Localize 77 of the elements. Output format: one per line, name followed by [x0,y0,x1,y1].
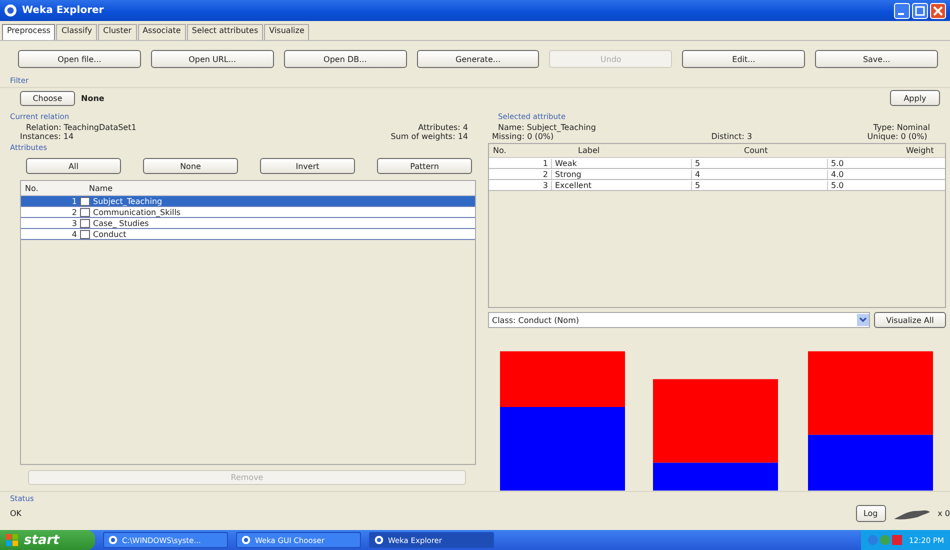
table-cell: 5.0 [827,180,945,190]
toolbar-button[interactable]: Generate... [416,50,540,68]
attribute-row[interactable]: 4 Conduct [21,229,475,240]
type-label: Type: Nominal [872,123,930,132]
relation-label: Relation: TeachingDataSet1 [25,123,136,132]
column-header: No. [492,146,508,155]
name-label: Name: Subject_Teaching [497,123,596,132]
column-header: Label [577,146,601,155]
table-cell: Weak [551,158,691,168]
checkbox[interactable] [80,218,90,228]
missing-label: Missing: 0 (0%) [492,132,555,141]
tab[interactable]: Select attributes [186,24,264,40]
attribute-row[interactable]: 3 Case_ Studies [21,218,475,229]
attribute-name: Subject_Teaching [93,196,162,206]
windows-logo-icon [6,534,19,546]
tray-icons [867,534,903,546]
row-number: 1 [70,196,77,206]
select-button[interactable]: All [26,158,121,174]
minimize-icon[interactable] [894,2,910,18]
tab[interactable]: Visualize [264,24,310,40]
table-cell-text: 3 [542,180,549,190]
toolbar-button[interactable]: Open URL... [150,50,274,68]
window-icon [108,535,118,545]
attribute-name: Communication_Skills [93,208,181,216]
tab[interactable]: Preprocess [2,24,56,40]
column-header: Count [743,146,769,155]
attributes-label: Attributes: 4 [418,123,468,132]
toolbar-button[interactable]: Open file... [18,50,141,68]
column-header: No. [24,184,40,192]
visualize-all-button[interactable]: Visualize All [874,312,946,328]
table-cell: 4.0 [827,170,945,178]
attribute-name: Conduct [93,230,126,238]
checkbox[interactable] [80,230,90,238]
window-icon [241,535,251,545]
window-title: Weka Explorer [22,5,105,16]
class-dropdown[interactable]: Class: Conduct (Nom) [488,312,870,328]
select-button[interactable]: None [143,158,238,174]
toolbar-button[interactable]: Open DB... [284,50,407,68]
table-cell: 4 [691,170,827,178]
attribute-row[interactable]: 1 Subject_Teaching [21,196,475,207]
tab[interactable]: Classify [56,24,98,40]
column-header: Weight [905,146,935,155]
checkbox[interactable] [80,208,90,216]
table-cell: 5.0 [827,158,945,168]
app-icon [4,4,17,17]
table-cell: 5 [691,158,827,168]
window-icon [374,535,384,545]
instances-label: Instances: 14 [20,132,75,141]
table-cell-text: 2 [542,170,549,178]
table-cell: Strong [551,170,691,178]
table-cell: Excellent [551,180,691,190]
status-text: OK [10,509,22,518]
select-button[interactable]: Invert [260,158,355,174]
maximize-icon[interactable] [912,2,928,18]
toolbar-button[interactable]: Edit... [682,50,806,68]
row-number: 4 [70,230,77,238]
attribute-name: Case_ Studies [93,218,149,228]
unique-label: Unique: 0 (0%) [867,132,928,141]
tab[interactable]: Associate [138,24,186,40]
tab[interactable]: Cluster [98,24,137,40]
apply-button[interactable]: Apply [890,90,940,106]
table-cell-text: 1 [542,158,549,168]
filter-field[interactable]: None [81,94,884,102]
row-number: 3 [70,218,77,228]
select-button[interactable]: Pattern [377,158,472,174]
close-icon[interactable] [930,2,946,18]
choose-button[interactable]: Choose [20,90,75,106]
task-count: x 0 [938,509,950,518]
weights-label: Sum of weights: 14 [390,132,468,141]
column-header: Name [88,184,113,192]
log-button[interactable]: Log [856,505,886,522]
table-cell: 5 [691,180,827,190]
distinct-label: Distinct: 3 [711,132,752,141]
row-number: 2 [70,208,77,216]
checkbox[interactable] [80,196,90,206]
toolbar-button[interactable]: Save... [815,50,938,68]
attribute-row[interactable]: 2 Communication_Skills [21,207,475,218]
